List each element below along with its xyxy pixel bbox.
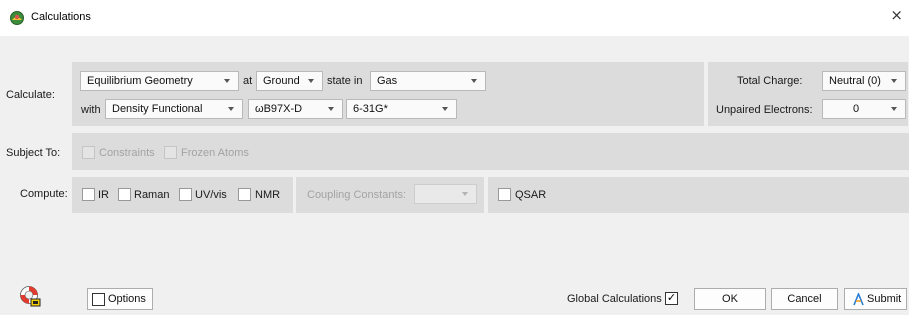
ok-button[interactable]: OK <box>694 288 766 310</box>
frozen-atoms-label: Frozen Atoms <box>181 147 249 159</box>
chevron-down-icon <box>891 107 897 111</box>
qsar-panel <box>488 177 909 213</box>
chevron-down-icon <box>471 79 477 83</box>
raman-label: Raman <box>134 189 170 201</box>
ir-checkbox[interactable] <box>82 188 95 201</box>
qsar-checkbox[interactable] <box>498 188 511 201</box>
global-calculations-label: Global Calculations <box>567 293 662 305</box>
method-select[interactable]: Density Functional <box>105 99 243 119</box>
options-label: Options <box>108 293 146 305</box>
lifebuoy-help-icon[interactable] <box>18 285 42 309</box>
constraints-checkbox[interactable] <box>82 146 95 159</box>
chevron-down-icon <box>328 107 334 111</box>
total-charge-label: Total Charge: <box>737 75 803 87</box>
task-select[interactable]: Equilibrium Geometry <box>80 71 239 91</box>
raman-checkbox[interactable] <box>118 188 131 201</box>
basis-set-select-value: 6-31G* <box>353 103 388 115</box>
functional-select-value: ωB97X-D <box>255 103 303 115</box>
chevron-down-icon <box>224 79 230 83</box>
at-label: at <box>243 75 253 87</box>
unpaired-electrons-value: 0 <box>852 103 860 115</box>
coupling-constants-label: Coupling Constants: <box>307 189 407 201</box>
options-checkbox[interactable] <box>92 293 105 306</box>
medium-select-value: Gas <box>377 75 398 87</box>
uvvis-label: UV/vis <box>195 189 227 201</box>
submit-label: Submit <box>867 293 902 305</box>
unpaired-electrons-label: Unpaired Electrons: <box>716 104 813 116</box>
submit-button[interactable]: Submit <box>844 288 907 310</box>
close-icon[interactable]: × <box>890 8 903 23</box>
subject-to-label: Subject To: <box>6 147 61 159</box>
state-in-label: state in <box>327 75 363 87</box>
window-title: Calculations <box>31 11 91 23</box>
constraints-label: Constraints <box>99 147 155 159</box>
with-label: with <box>81 104 101 116</box>
unpaired-electrons-select[interactable]: 0 <box>822 99 906 119</box>
chevron-down-icon <box>228 107 234 111</box>
spartan-app-icon <box>10 11 24 25</box>
task-select-value: Equilibrium Geometry <box>87 75 193 87</box>
total-charge-select[interactable]: Neutral (0) <box>822 71 906 91</box>
title-bar: Calculations × <box>0 0 909 36</box>
frozen-atoms-checkbox[interactable] <box>164 146 177 159</box>
nmr-label: NMR <box>255 189 281 201</box>
qsar-label: QSAR <box>515 189 547 201</box>
basis-set-select[interactable]: 6-31G* <box>346 99 457 119</box>
compute-label: Compute: <box>20 188 68 200</box>
options-button[interactable]: Options <box>87 288 153 310</box>
chevron-down-icon <box>442 107 448 111</box>
medium-select[interactable]: Gas <box>370 71 486 91</box>
uvvis-checkbox[interactable] <box>179 188 192 201</box>
chevron-down-icon <box>308 79 314 83</box>
chevron-down-icon <box>891 79 897 83</box>
chevron-down-icon <box>462 192 468 196</box>
state-select-value: Ground <box>263 75 300 87</box>
nmr-checkbox[interactable] <box>238 188 251 201</box>
ir-label: IR <box>98 189 109 201</box>
coupling-constants-select[interactable] <box>414 184 477 204</box>
calculate-label: Calculate: <box>6 89 55 101</box>
cancel-button[interactable]: Cancel <box>771 288 838 310</box>
total-charge-value: Neutral (0) <box>829 75 881 87</box>
method-select-value: Density Functional <box>112 103 203 115</box>
state-select[interactable]: Ground <box>256 71 323 91</box>
functional-select[interactable]: ωB97X-D <box>248 99 343 119</box>
submit-icon <box>853 293 864 306</box>
global-calculations-checkbox[interactable]: ✓ <box>665 292 678 305</box>
